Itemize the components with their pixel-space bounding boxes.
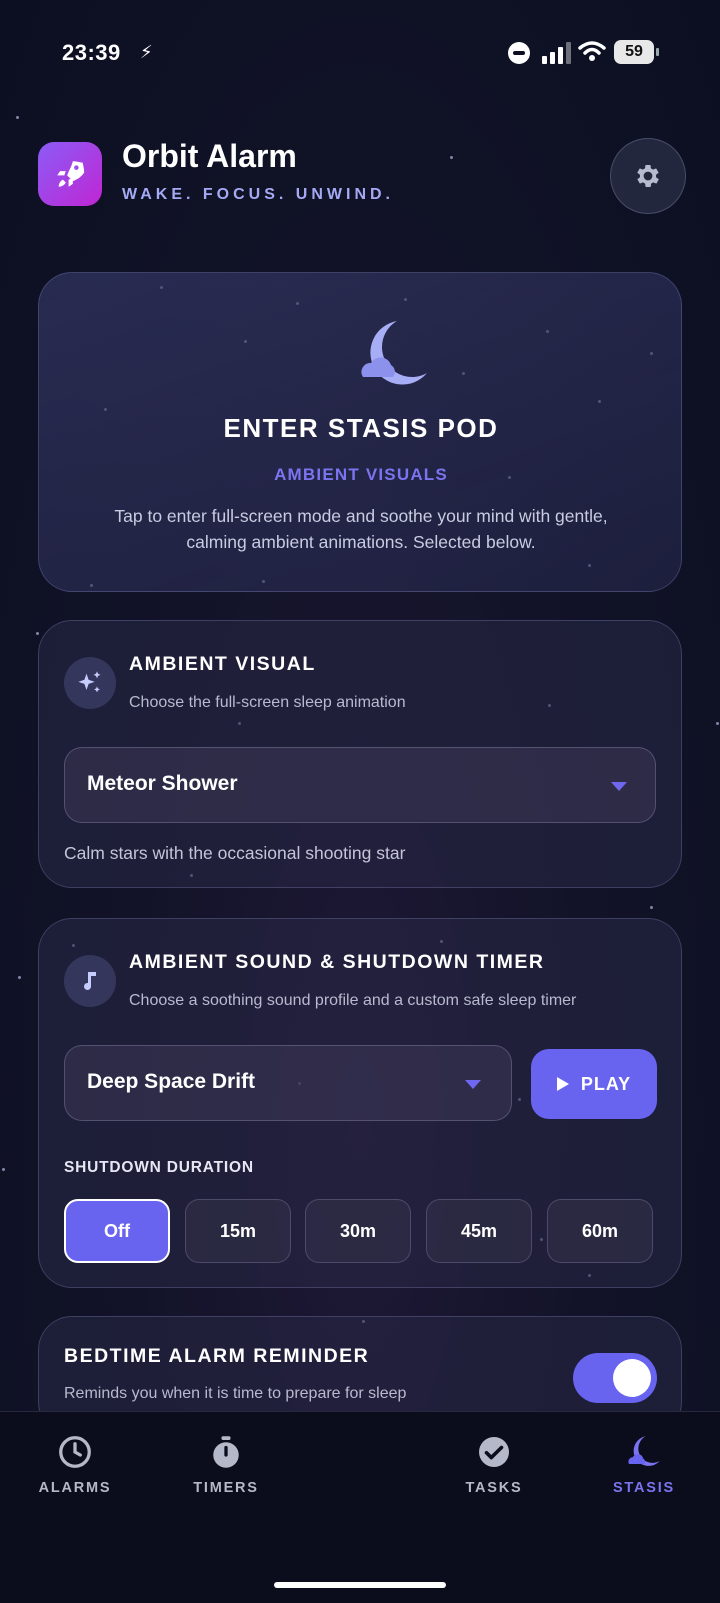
settings-button[interactable] (610, 138, 686, 214)
nav-item-stasis[interactable]: STASIS (584, 1434, 704, 1496)
ambient-visual-description: Choose the full-screen sleep animation (129, 694, 406, 711)
check-circle-icon (479, 1437, 509, 1467)
chevron-down-icon (465, 1080, 481, 1089)
duration-option-15m[interactable]: 15m (185, 1199, 291, 1263)
sparkles-icon (78, 671, 101, 693)
stasis-description: Tap to enter full-screen mode and soothe… (114, 506, 608, 552)
ambient-sound-description: Choose a soothing sound profile and a cu… (129, 992, 577, 1009)
app-tagline: WAKE. FOCUS. UNWIND. (122, 186, 394, 203)
wifi-icon (578, 41, 606, 61)
app-title: Orbit Alarm (122, 138, 297, 174)
signal-icon (542, 40, 572, 64)
ambient-sound-title: AMBIENT SOUND & SHUTDOWN TIMER (129, 951, 545, 973)
do-not-disturb-icon (508, 42, 530, 64)
ambient-sound-select[interactable]: Deep Space Drift (64, 1045, 512, 1121)
home-indicator[interactable] (274, 1582, 446, 1588)
status-bar: 23:39 ⚡ 59 (0, 36, 720, 72)
moon-cloud-icon (628, 1436, 660, 1466)
duration-option-off[interactable]: Off (64, 1199, 170, 1263)
battery-icon: 59 (614, 40, 659, 64)
nav-label-alarms: ALARMS (38, 1480, 112, 1496)
app-logo (38, 142, 102, 206)
ambient-sound-icon-badge (64, 955, 116, 1007)
music-note-icon (84, 972, 96, 990)
toggle-knob (613, 1359, 651, 1397)
moon-cloud-icon (361, 321, 427, 385)
stopwatch-icon (213, 1436, 239, 1468)
shutdown-duration-label: SHUTDOWN DURATION (64, 1159, 254, 1176)
rocket-icon (57, 161, 85, 187)
ambient-visual-title: AMBIENT VISUAL (129, 653, 316, 675)
bedtime-reminder-toggle[interactable] (573, 1353, 657, 1403)
ambient-sound-card: AMBIENT SOUND & SHUTDOWN TIMER Choose a … (38, 918, 682, 1288)
ambient-visual-caption: Calm stars with the occasional shooting … (64, 843, 406, 863)
ambient-visual-card: AMBIENT VISUAL Choose the full-screen sl… (38, 620, 682, 888)
nav-item-tasks[interactable]: TASKS (434, 1434, 554, 1496)
ambient-sound-selected: Deep Space Drift (87, 1070, 256, 1093)
nav-item-timers[interactable]: TIMERS (166, 1434, 286, 1496)
bolt-icon: ⚡ (140, 42, 153, 62)
nav-label-tasks: TASKS (465, 1480, 523, 1496)
nav-item-alarms[interactable]: ALARMS (15, 1434, 135, 1496)
clock-icon (59, 1436, 91, 1468)
ambient-visual-select[interactable]: Meteor Shower (64, 747, 656, 823)
bedtime-title: BEDTIME ALARM REMINDER (64, 1345, 370, 1367)
duration-option-60m[interactable]: 60m (547, 1199, 653, 1263)
ambient-visual-selected: Meteor Shower (87, 772, 238, 795)
bottom-navigation: ALARMS TIMERS TASKS STASIS (0, 1411, 720, 1603)
duration-option-45m[interactable]: 45m (426, 1199, 532, 1263)
duration-option-30m[interactable]: 30m (305, 1199, 411, 1263)
play-button[interactable]: PLAY (531, 1049, 657, 1119)
nav-label-stasis: STASIS (612, 1480, 676, 1496)
enter-stasis-pod-card[interactable]: ENTER STASIS POD AMBIENT VISUALS Tap to … (38, 272, 682, 592)
status-time: 23:39 (62, 40, 121, 65)
play-label: PLAY (580, 1073, 632, 1094)
gear-icon (637, 165, 659, 187)
nav-label-timers: TIMERS (193, 1480, 259, 1496)
play-icon (556, 1077, 569, 1091)
chevron-down-icon (611, 782, 627, 791)
bedtime-description: Reminds you when it is time to prepare f… (64, 1385, 407, 1402)
stasis-subtitle: AMBIENT VISUALS (274, 465, 448, 484)
stasis-title: ENTER STASIS POD (223, 413, 499, 443)
ambient-visual-icon-badge (64, 657, 116, 709)
